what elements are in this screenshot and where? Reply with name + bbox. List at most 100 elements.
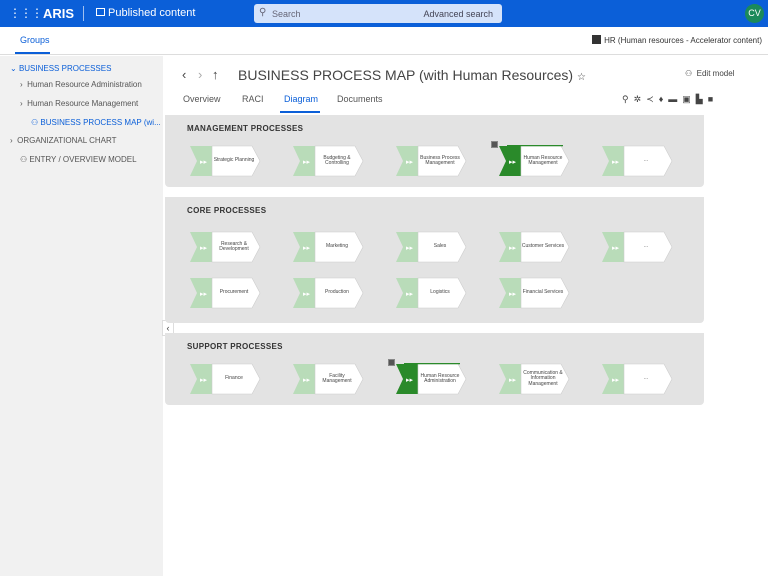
tab-raci[interactable]: RACI: [242, 94, 264, 104]
published-content-icon: [96, 8, 105, 16]
process-label: Procurement: [219, 289, 249, 296]
info-icon[interactable]: ■: [708, 94, 718, 104]
model-icon: ⚇: [31, 118, 41, 127]
lane-title: CORE PROCESSES: [187, 206, 267, 215]
diagram-toolbar: ⚲✲≺♦▬▣▙■: [622, 94, 718, 105]
process-step[interactable]: ▸▸ Customer Services: [499, 231, 571, 263]
svg-text:▸▸: ▸▸: [406, 290, 414, 298]
divider: [83, 6, 84, 21]
process-step[interactable]: ▸▸ Human Resource Management: [491, 141, 571, 177]
avatar[interactable]: CV: [745, 4, 764, 23]
process-step[interactable]: ▸▸ Communication & Information Management: [499, 363, 571, 395]
process-label: Facility Management: [322, 372, 352, 384]
database-selector[interactable]: HR (Human resources - Accelerator conten…: [592, 35, 762, 45]
svg-text:▸▸: ▸▸: [406, 158, 414, 166]
process-step[interactable]: ▸▸ Financial Services: [499, 277, 571, 309]
search-icon[interactable]: ⚲: [622, 94, 634, 104]
svg-text:▸▸: ▸▸: [612, 376, 620, 384]
process-step[interactable]: ▸▸ Business Process Management: [396, 145, 468, 177]
print-icon[interactable]: ▬: [668, 94, 682, 104]
tab-groups[interactable]: Groups: [20, 35, 50, 45]
app-launcher-icon[interactable]: ⋮⋮⋮: [9, 7, 43, 19]
process-step[interactable]: ▸▸ Finance: [190, 363, 262, 395]
process-step[interactable]: ▸▸ Budgeting & Controlling: [293, 145, 365, 177]
search-placeholder: Search: [272, 9, 301, 19]
share-icon[interactable]: ≺: [646, 94, 659, 104]
svg-text:▸▸: ▸▸: [200, 376, 208, 384]
process-label: Sales: [433, 243, 447, 250]
svg-text:▸▸: ▸▸: [303, 244, 311, 252]
tab-documents[interactable]: Documents: [337, 94, 383, 104]
process-step[interactable]: ▸▸ Human Resource Administration: [388, 359, 468, 395]
page-title: BUSINESS PROCESS MAP (with Human Resourc…: [238, 67, 586, 83]
process-label: ...: [643, 243, 649, 250]
process-step[interactable]: ▸▸ Research & Development: [190, 231, 262, 263]
forward-icon[interactable]: ›: [198, 67, 202, 82]
sub-bar: Groups HR (Human resources - Accelerator…: [0, 27, 768, 55]
tab-underline: [15, 52, 50, 54]
sidebar-item-business-processes[interactable]: ⌄ BUSINESS PROCESSES: [10, 64, 111, 73]
highlight-icon[interactable]: ✲: [634, 94, 647, 104]
process-step[interactable]: ▸▸...: [602, 145, 674, 177]
aris-logo[interactable]: ARIS: [43, 6, 74, 21]
chevron-down-icon: ⌄: [10, 64, 19, 73]
tab-diagram[interactable]: Diagram: [284, 94, 318, 104]
top-bar: ⋮⋮⋮ ARIS Published content ⚲ Search Adva…: [0, 0, 768, 27]
svg-text:▸▸: ▸▸: [612, 244, 620, 252]
edit-model-button[interactable]: ⚇ Edit model: [685, 69, 734, 78]
favorite-star-icon[interactable]: ☆: [577, 72, 586, 83]
chart-icon[interactable]: ▙: [696, 94, 708, 104]
back-icon[interactable]: ‹: [182, 67, 186, 82]
svg-text:▸▸: ▸▸: [303, 290, 311, 298]
process-step[interactable]: ▸▸ Strategic Planning: [190, 145, 262, 177]
search-icon: ⚲: [259, 7, 267, 18]
process-step[interactable]: ▸▸ Sales: [396, 231, 468, 263]
model-icon: ⚇: [20, 155, 30, 164]
svg-text:▸▸: ▸▸: [612, 158, 620, 166]
database-label: HR (Human resources - Accelerator conten…: [604, 36, 762, 45]
sidebar-item-organizational-chart[interactable]: › ORGANIZATIONAL CHART: [10, 136, 117, 145]
svg-text:▸▸: ▸▸: [200, 290, 208, 298]
process-label: Research & Development: [219, 240, 249, 252]
process-step[interactable]: ▸▸ Marketing: [293, 231, 365, 263]
database-icon: [592, 35, 602, 44]
up-arrow-icon[interactable]: ↑: [212, 67, 219, 82]
sidebar-item-hr-management[interactable]: › Human Resource Management: [20, 99, 138, 108]
process-step[interactable]: ▸▸...: [602, 363, 674, 395]
process-label: Logistics: [430, 289, 450, 296]
sidebar-item-hr-administration[interactable]: › Human Resource Administration: [20, 80, 142, 89]
process-label: Human Resource Administration: [420, 372, 460, 384]
process-step[interactable]: ▸▸ Production: [293, 277, 365, 309]
sidebar-item-business-process-map[interactable]: ⚇ BUSINESS PROCESS MAP (wi...: [31, 118, 161, 127]
process-label: Marketing: [326, 243, 348, 250]
process-step[interactable]: ▸▸ Facility Management: [293, 363, 365, 395]
lane-title: MANAGEMENT PROCESSES: [187, 124, 304, 133]
process-label: Customer Services: [521, 243, 565, 250]
process-label: Communication & Information Management: [523, 369, 563, 387]
svg-text:▸▸: ▸▸: [509, 158, 517, 166]
svg-text:▸▸: ▸▸: [406, 376, 414, 384]
search-input[interactable]: ⚲ Search Advanced search: [254, 4, 502, 23]
process-label: Strategic Planning: [213, 157, 255, 164]
assignment-icon[interactable]: [491, 141, 498, 148]
process-label: Human Resource Management: [523, 154, 563, 166]
sidebar-item-entry-overview[interactable]: ⚇ ENTRY / OVERVIEW MODEL: [20, 155, 137, 164]
section-label: Published content: [108, 7, 196, 19]
process-step[interactable]: ▸▸...: [602, 231, 674, 263]
tab-overview[interactable]: Overview: [183, 94, 221, 104]
svg-text:▸▸: ▸▸: [509, 290, 517, 298]
process-step[interactable]: ▸▸ Procurement: [190, 277, 262, 309]
process-label: Budgeting & Controlling: [323, 154, 351, 166]
published-content-link[interactable]: Published content: [96, 7, 195, 19]
assignment-icon[interactable]: [388, 359, 395, 366]
process-label: Business Process Management: [420, 154, 460, 166]
process-label: Financial Services: [522, 289, 564, 296]
lane-title: SUPPORT PROCESSES: [187, 342, 283, 351]
pin-icon[interactable]: ♦: [659, 94, 669, 104]
process-label: ...: [643, 375, 649, 382]
copy-icon[interactable]: ▣: [682, 94, 696, 104]
advanced-search-link[interactable]: Advanced search: [423, 9, 493, 19]
svg-text:▸▸: ▸▸: [509, 376, 517, 384]
process-step[interactable]: ▸▸ Logistics: [396, 277, 468, 309]
process-label: Finance: [225, 375, 243, 382]
